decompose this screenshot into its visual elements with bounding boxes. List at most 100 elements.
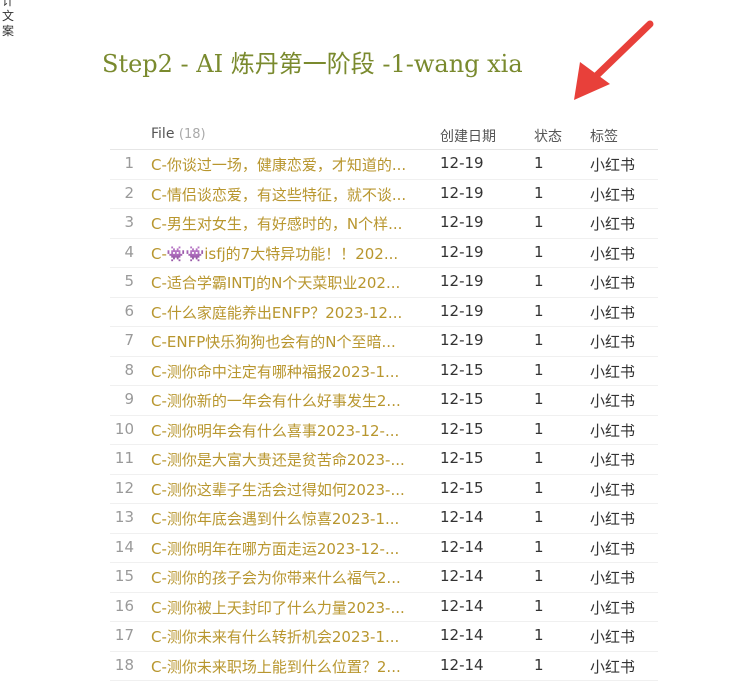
file-link[interactable]: C-测你明年在哪方面走运2023-12-...	[151, 538, 423, 559]
row-number: 6	[124, 301, 134, 320]
tag-value: 小红书	[590, 539, 636, 558]
tag-value: 小红书	[590, 215, 636, 233]
created-date: 12-15	[440, 390, 484, 408]
tag-value: 小红书	[590, 628, 636, 646]
file-link[interactable]: C-测你命中注定有哪种福报2023-1...	[151, 361, 423, 382]
tag-value: 小红书	[590, 303, 636, 322]
created-date: 12-19	[440, 183, 484, 202]
table-row: 9 C-测你新的一年会有什么好事发生2... 12-15 1 小红书	[110, 386, 658, 416]
status-value: 1	[534, 655, 544, 674]
created-date: 12-19	[440, 272, 484, 290]
file-link[interactable]: C-适合学霸INTJ的N个天菜职业202...	[151, 272, 423, 293]
file-link[interactable]: C-情侣谈恋爱，有这些特征，就不谈...	[151, 184, 423, 205]
tag-value: 小红书	[590, 392, 636, 410]
table-row: 17 C-测你未来有什么转折机会2023-1... 12-14 1 小红书	[110, 622, 658, 652]
file-link[interactable]: C-ENFP快乐狗狗也会有的N个至暗...	[151, 331, 423, 352]
file-link[interactable]: C-测你明年会有什么喜事2023-12-...	[151, 420, 423, 441]
file-link[interactable]: C-测你的孩子会为你带来什么福气2...	[151, 567, 423, 588]
file-link[interactable]: C-测你未来有什么转折机会2023-1...	[151, 626, 423, 647]
annotation-arrow-icon	[574, 20, 654, 100]
created-date: 12-19	[440, 242, 484, 261]
status-value: 1	[534, 360, 544, 379]
row-number: 7	[124, 331, 134, 349]
created-date: 12-15	[440, 449, 484, 467]
created-date: 12-14	[440, 508, 484, 526]
status-value: 1	[534, 537, 544, 556]
created-date: 12-19	[440, 154, 484, 172]
table-row: 3 C-男生对女生，有好感时的，N个样... 12-19 1 小红书	[110, 209, 658, 239]
created-date: 12-14	[440, 655, 484, 674]
status-value: 1	[534, 419, 544, 438]
file-link[interactable]: C-什么家庭能养出ENFP？2023-12...	[151, 302, 423, 323]
tag-value: 小红书	[590, 185, 636, 204]
row-number: 15	[114, 567, 134, 585]
file-link[interactable]: C-测你新的一年会有什么好事发生2...	[151, 390, 423, 411]
table-row: 12 C-测你这辈子生活会过得如何2023-... 12-15 1 小红书	[110, 475, 658, 504]
table-row: 15 C-测你的孩子会为你带来什么福气2... 12-14 1 小红书	[110, 563, 658, 593]
file-link[interactable]: C-测你是大富大贵还是贫苦命2023-...	[151, 449, 423, 470]
status-value: 1	[534, 596, 544, 615]
tag-value: 小红书	[590, 510, 636, 528]
tag-value: 小红书	[590, 451, 636, 469]
row-number: 17	[114, 626, 134, 644]
created-date: 12-14	[440, 537, 484, 556]
row-number: 14	[114, 537, 134, 556]
created-date: 12-19	[440, 213, 484, 231]
tag-value: 小红书	[590, 244, 636, 263]
status-value: 1	[534, 331, 544, 349]
file-count: (18)	[178, 127, 206, 142]
tag-value: 小红书	[590, 333, 636, 351]
tag-value: 小红书	[590, 598, 636, 617]
row-number: 8	[124, 360, 134, 379]
table-row: 16 C-测你被上天封印了什么力量2023-... 12-14 1 小红书	[110, 593, 658, 622]
file-link[interactable]: C-测你被上天封印了什么力量2023-...	[151, 597, 423, 618]
file-table: File (18) 创建日期 状态 标签 1 C-你谈过一场，健康恋爱，才知道的.…	[110, 122, 658, 681]
tag-value: 小红书	[590, 421, 636, 440]
file-link[interactable]: C-测你这辈子生活会过得如何2023-...	[151, 479, 423, 500]
file-link[interactable]: C-你谈过一场，健康恋爱，才知道的...	[151, 154, 423, 175]
tag-value: 小红书	[590, 480, 636, 499]
created-date: 12-15	[440, 419, 484, 438]
status-value: 1	[534, 449, 544, 467]
status-value: 1	[534, 567, 544, 585]
status-value: 1	[534, 301, 544, 320]
table-row: 11 C-测你是大富大贵还是贫苦命2023-... 12-15 1 小红书	[110, 445, 658, 475]
created-date: 12-14	[440, 596, 484, 615]
file-link[interactable]: C-测你未来职场上能到什么位置？2...	[151, 656, 423, 677]
table-row: 2 C-情侣谈恋爱，有这些特征，就不谈... 12-19 1 小红书	[110, 180, 658, 209]
table-header: File (18) 创建日期 状态 标签	[110, 122, 658, 150]
file-link[interactable]: C-男生对女生，有好感时的，N个样...	[151, 213, 423, 234]
tag-value: 小红书	[590, 657, 636, 676]
table-row: 14 C-测你明年在哪方面走运2023-12-... 12-14 1 小红书	[110, 534, 658, 563]
created-date: 12-14	[440, 567, 484, 585]
page-title: Step2 - AI 炼丹第一阶段 -1-wang xia	[102, 50, 523, 78]
row-number: 12	[114, 478, 134, 497]
file-link[interactable]: C-测你年底会遇到什么惊喜2023-1...	[151, 508, 423, 529]
row-number: 4	[124, 242, 134, 261]
row-number: 13	[114, 508, 134, 526]
header-date[interactable]: 创建日期	[440, 126, 496, 146]
table-row: 13 C-测你年底会遇到什么惊喜2023-1... 12-14 1 小红书	[110, 504, 658, 534]
header-file[interactable]: File (18)	[151, 126, 423, 142]
row-number: 18	[114, 655, 134, 674]
sidebar-fragment-label: 计文案	[2, 0, 15, 38]
tag-value: 小红书	[590, 569, 636, 587]
status-value: 1	[534, 626, 544, 644]
row-number: 2	[124, 183, 134, 202]
file-link[interactable]: C-👾👾isfj的7大特异功能！！202...	[151, 243, 423, 264]
row-number: 3	[124, 213, 134, 231]
row-number: 16	[114, 596, 134, 615]
created-date: 12-19	[440, 331, 484, 349]
table-row: 4 C-👾👾isfj的7大特异功能！！202... 12-19 1 小红书	[110, 239, 658, 268]
row-number: 11	[114, 449, 134, 467]
table-row: 10 C-测你明年会有什么喜事2023-12-... 12-15 1 小红书	[110, 416, 658, 445]
table-row: 8 C-测你命中注定有哪种福报2023-1... 12-15 1 小红书	[110, 357, 658, 386]
created-date: 12-15	[440, 478, 484, 497]
row-number: 1	[124, 154, 134, 172]
header-status[interactable]: 状态	[534, 126, 562, 146]
status-value: 1	[534, 242, 544, 261]
header-tag[interactable]: 标签	[590, 126, 618, 146]
tag-value: 小红书	[590, 362, 636, 381]
table-body: 1 C-你谈过一场，健康恋爱，才知道的... 12-19 1 小红书 2 C-情侣谈恋爱，有…	[110, 150, 658, 681]
row-number: 10	[114, 419, 134, 438]
